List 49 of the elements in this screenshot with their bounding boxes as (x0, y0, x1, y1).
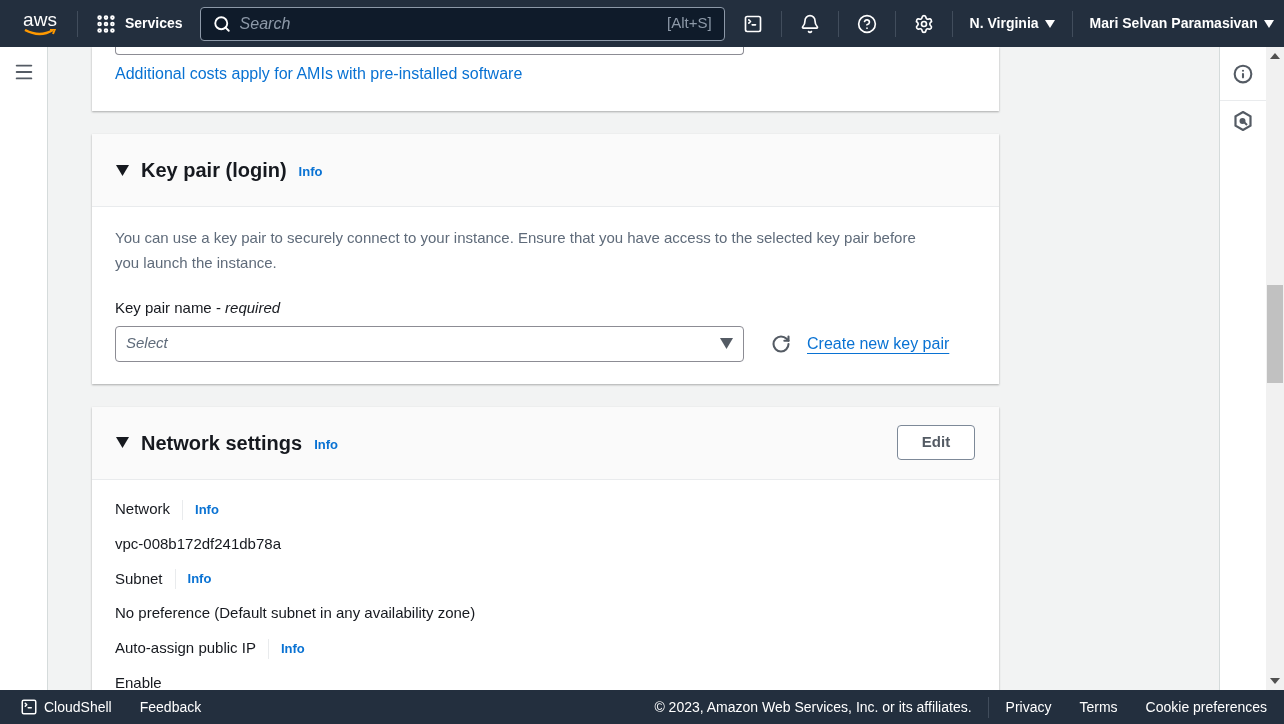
help-icon[interactable] (856, 13, 877, 34)
field-value: Enable (115, 672, 163, 690)
info-link[interactable]: Info (280, 638, 305, 659)
notifications-icon[interactable] (799, 13, 820, 34)
field-label: Network (115, 499, 170, 520)
caret-icon[interactable] (116, 164, 129, 176)
info-link[interactable]: Info (187, 569, 212, 589)
info-link[interactable]: Info (314, 434, 338, 455)
copyright-text: © 2023, Amazon Web Services, Inc. or its affiliates. (654, 696, 989, 718)
caret-icon (1263, 19, 1274, 28)
caret-icon (1044, 19, 1055, 28)
footer-link[interactable]: Terms (1079, 696, 1118, 718)
grid-icon (95, 12, 117, 35)
field-label: Auto-assign public IP (115, 638, 256, 659)
scroll-down-icon[interactable] (1270, 678, 1280, 684)
scrollbar-thumb[interactable] (1267, 285, 1283, 383)
caret-icon[interactable] (116, 437, 129, 448)
search-field[interactable]: Search [Alt+S] (199, 6, 725, 41)
description-text: You can use a key pair to securely connect to your instance. Ensure that you have access to the selected key pair before you launch the instance. (115, 228, 917, 273)
settings-icon[interactable] (913, 13, 934, 34)
field-label: Subnet (115, 568, 163, 589)
cloudshell-button[interactable]: CloudShell (20, 696, 112, 718)
region-menu[interactable]: N. Virginia (969, 13, 1055, 34)
feedback-link[interactable]: Feedback (139, 696, 202, 718)
shortcut-hint: [Alt+S] (667, 13, 712, 34)
text-field[interactable] (115, 47, 744, 55)
dropdown-caret-icon (720, 338, 733, 349)
field-value: No preference (Default subnet in any availability zone) (115, 603, 477, 623)
aws-logo[interactable]: aws (21, 10, 59, 37)
user-menu[interactable]: Mari Selvan Paramasivan (1089, 13, 1274, 34)
field-label: Key pair name - required (115, 298, 282, 318)
footer-link[interactable]: Cookie preferences (1145, 696, 1267, 718)
services-button[interactable]: Services (95, 12, 183, 35)
info-link[interactable]: Info (195, 499, 219, 520)
section-title: Key pair (login) (141, 158, 287, 183)
search-icon (212, 14, 231, 33)
terminal-icon[interactable] (742, 13, 763, 34)
key-pair-select[interactable]: Select (115, 325, 744, 362)
create-key-pair-link[interactable]: Create new key pair (807, 331, 950, 356)
field-value: vpc-008b172df241db78a (115, 533, 282, 554)
section-title: Network settings (141, 430, 303, 456)
info-link[interactable]: Info (298, 162, 323, 182)
edit-button[interactable]: Edit (897, 425, 975, 460)
footer-link[interactable]: Privacy (1005, 696, 1052, 718)
hexagon-icon[interactable] (1234, 111, 1252, 131)
scroll-up-icon[interactable] (1270, 53, 1280, 59)
terminal-icon (20, 698, 38, 716)
refresh-icon[interactable] (771, 333, 791, 354)
info-icon[interactable] (1233, 63, 1253, 84)
